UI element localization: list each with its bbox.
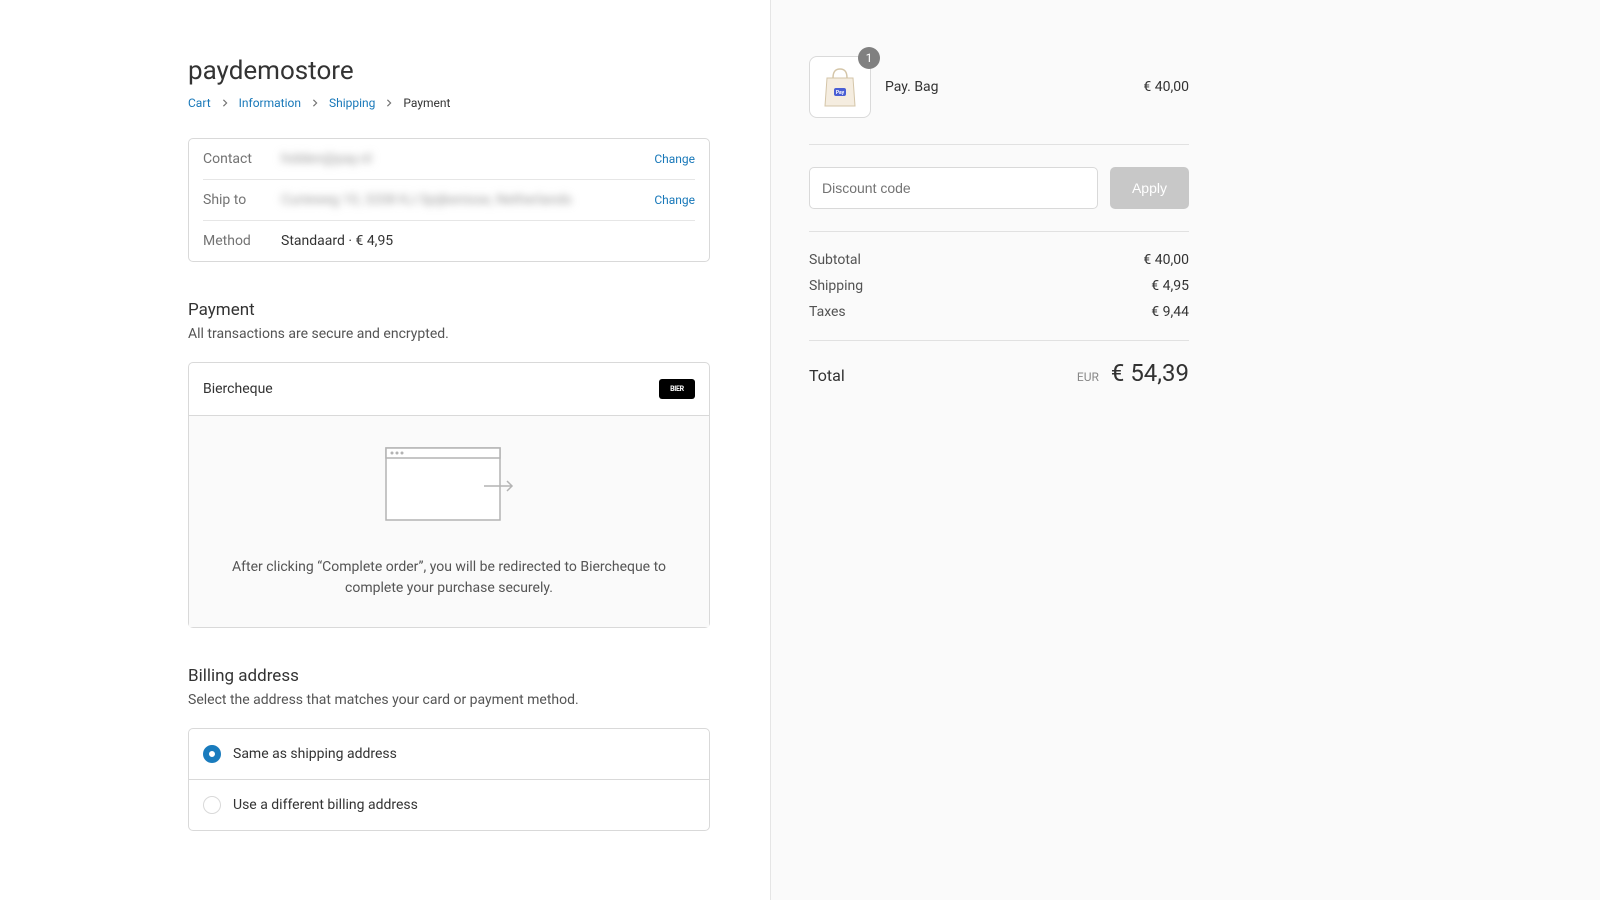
radio-unchecked-icon [203,796,221,814]
billing-different-radio[interactable]: Use a different billing address [189,780,709,830]
total-currency: EUR [1077,370,1099,384]
taxes-value: € 9,44 [1151,304,1189,320]
method-label: Method [203,233,281,249]
review-contact-row: Contact hidden@pay.nl Change [203,139,695,180]
chevron-right-icon [221,96,229,110]
billing-address-box: Same as shipping address Use a different… [188,728,710,831]
billing-same-radio[interactable]: Same as shipping address [189,729,709,780]
contact-value: hidden@pay.nl [281,151,654,167]
shipping-label: Shipping [809,278,863,294]
cart-item-qty-badge: 1 [858,47,880,69]
payment-method-body: After clicking “Complete order”, you wil… [189,416,709,627]
apply-discount-button[interactable]: Apply [1110,167,1189,209]
change-contact-link[interactable]: Change [654,152,695,166]
totals-block: Subtotal € 40,00 Shipping € 4,95 Taxes €… [809,252,1189,341]
review-method-row: Method Standaard · € 4,95 [203,221,695,261]
method-value: Standaard · € 4,95 [281,233,695,249]
payment-method-header[interactable]: Biercheque BIER [189,363,709,416]
taxes-line: Taxes € 9,44 [809,304,1189,320]
shipping-value: € 4,95 [1151,278,1189,294]
payment-sub: All transactions are secure and encrypte… [188,326,710,342]
svg-text:Pay: Pay [836,90,845,96]
order-summary-sidebar: Pay 1 Pay. Bag € 40,00 Apply Subtotal € … [770,0,1600,900]
subtotal-label: Subtotal [809,252,861,268]
payment-method-box: Biercheque BIER After clicking “Complete… [188,362,710,628]
breadcrumb-information[interactable]: Information [239,96,301,110]
review-shipto-row: Ship to Curieweg 10, 3208 KJ Spijkenisse… [203,180,695,221]
cart-item: Pay 1 Pay. Bag € 40,00 [809,56,1189,145]
total-label: Total [809,366,845,385]
breadcrumb-shipping[interactable]: Shipping [329,96,375,110]
chevron-right-icon [311,96,319,110]
total-amount: € 54,39 [1111,359,1189,387]
biercheque-badge-icon: BIER [659,379,695,399]
cart-item-price: € 40,00 [1143,79,1189,95]
subtotal-line: Subtotal € 40,00 [809,252,1189,268]
subtotal-value: € 40,00 [1143,252,1189,268]
chevron-right-icon [385,96,393,110]
shipping-line: Shipping € 4,95 [809,278,1189,294]
payment-method-name: Biercheque [203,381,273,397]
breadcrumb-payment: Payment [403,96,450,110]
grand-total-row: Total EUR € 54,39 [809,359,1189,387]
cart-item-thumbnail: Pay 1 [809,56,871,118]
payment-title: Payment [188,300,710,320]
review-block: Contact hidden@pay.nl Change Ship to Cur… [188,138,710,262]
billing-different-label: Use a different billing address [233,797,418,813]
breadcrumb-cart[interactable]: Cart [188,96,211,110]
taxes-label: Taxes [809,304,846,320]
billing-same-label: Same as shipping address [233,746,397,762]
shipto-value: Curieweg 10, 3208 KJ Spijkenisse, Nether… [281,192,654,208]
change-shipto-link[interactable]: Change [654,193,695,207]
radio-checked-icon [203,745,221,763]
store-name: paydemostore [188,56,710,86]
shopping-bag-icon: Pay [821,66,859,108]
contact-label: Contact [203,151,281,167]
billing-sub: Select the address that matches your car… [188,692,710,708]
payment-redirect-text: After clicking “Complete order”, you wil… [213,557,685,599]
breadcrumb: Cart Information Shipping Payment [188,96,710,110]
checkout-main: paydemostore Cart Information Shipping P… [0,0,770,900]
redirect-window-icon [384,446,514,533]
discount-row: Apply [809,167,1189,232]
discount-code-input[interactable] [809,167,1098,209]
billing-title: Billing address [188,666,710,686]
shipto-label: Ship to [203,192,281,208]
cart-item-name: Pay. Bag [885,79,1129,95]
